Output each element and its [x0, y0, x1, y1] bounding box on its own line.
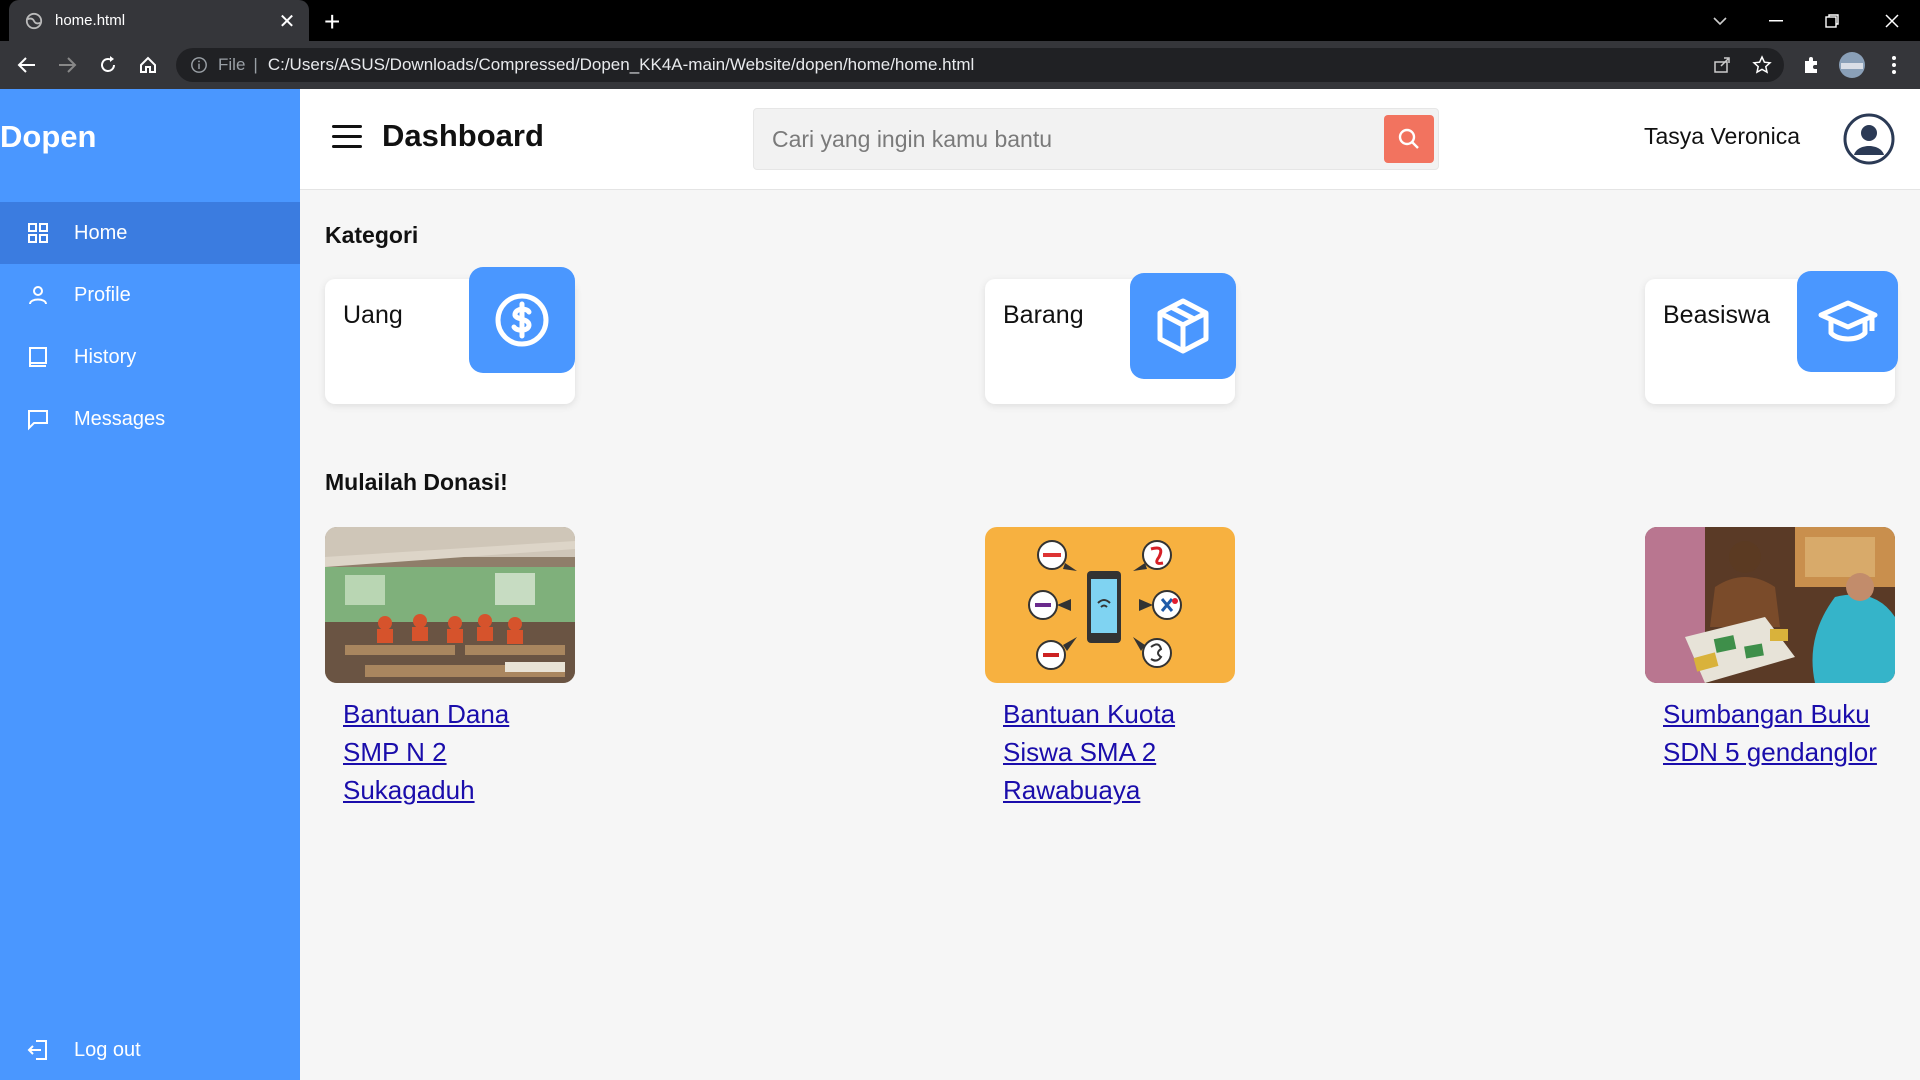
menu-toggle-icon[interactable] — [332, 125, 362, 149]
logout-label: Log out — [74, 1038, 141, 1061]
back-icon[interactable] — [13, 51, 41, 79]
search-bar — [753, 108, 1439, 170]
reload-icon[interactable] — [94, 51, 122, 79]
sidebar-item-label: Messages — [74, 407, 166, 430]
share-icon[interactable] — [1708, 51, 1736, 79]
user-name: Tasya Veronica — [1644, 123, 1800, 149]
books-photo[interactable] — [1645, 527, 1895, 683]
donation-link[interactable]: Bantuan Kuota Siswa SMA 2 Rawabuaya — [1003, 695, 1223, 809]
kategori-heading: Kategori — [325, 222, 419, 248]
profile-avatar-icon[interactable] — [1838, 51, 1866, 79]
user-icon — [29, 286, 47, 305]
extensions-icon[interactable] — [1797, 51, 1825, 79]
restore-icon[interactable] — [1804, 0, 1860, 41]
chat-icon — [28, 410, 48, 431]
category-label: Beasiswa — [1663, 301, 1770, 329]
category-card-beasiswa[interactable]: Beasiswa — [1645, 271, 1898, 404]
donation-link[interactable]: Sumbangan Buku SDN 5 gendanglor — [1663, 695, 1883, 771]
browser-tab[interactable]: home.html ✕ — [9, 0, 309, 41]
dollar-icon — [469, 267, 575, 373]
sidebar-item-label: History — [74, 345, 137, 368]
address-bar[interactable]: File | C:/Users/ASUS/Downloads/Compresse… — [176, 48, 1784, 82]
address-separator: | — [253, 55, 258, 74]
page-viewport: Dopen Home Profile History Messages Log … — [0, 89, 1920, 1080]
graduation-cap-icon — [1797, 271, 1898, 372]
globe-icon — [25, 12, 43, 29]
donation-link[interactable]: Bantuan Dana SMP N 2 Sukagaduh — [343, 695, 563, 809]
sidebar-item-history[interactable]: History — [0, 326, 300, 388]
sidebar-item-profile[interactable]: Profile — [0, 264, 300, 326]
browser-toolbar: File | C:/Users/ASUS/Downloads/Compresse… — [0, 41, 1920, 89]
sidebar-item-label: Home — [74, 221, 128, 244]
search-input[interactable] — [772, 119, 1352, 159]
page-title: Dashboard — [382, 118, 544, 153]
sidebar-item-label: Profile — [74, 283, 131, 306]
close-tab-icon[interactable]: ✕ — [277, 9, 297, 33]
donation-card: Sumbangan Buku SDN 5 gendanglor — [1645, 527, 1895, 771]
bookmark-star-icon[interactable] — [1748, 51, 1776, 79]
book-icon — [29, 347, 47, 367]
phone-providers-illustration[interactable] — [985, 527, 1235, 683]
more-menu-icon[interactable] — [1880, 51, 1908, 79]
top-bar: Dashboard Tasya Veronica — [300, 89, 1920, 190]
info-icon — [191, 57, 207, 73]
minimize-icon[interactable] — [1748, 0, 1804, 41]
category-label: Uang — [343, 301, 403, 329]
brand-logo[interactable]: Dopen — [0, 119, 96, 155]
search-button[interactable] — [1384, 115, 1434, 163]
address-url: C:/Users/ASUS/Downloads/Compressed/Dopen… — [267, 55, 975, 74]
donation-card: Bantuan Dana SMP N 2 Sukagaduh — [325, 527, 575, 809]
box-icon — [1130, 273, 1236, 379]
tab-search-icon[interactable] — [1692, 0, 1748, 41]
classroom-photo[interactable] — [325, 527, 575, 683]
address-scheme: File — [218, 55, 246, 74]
tab-title: home.html — [55, 12, 126, 29]
home-icon[interactable] — [134, 51, 162, 79]
browser-tab-bar: home.html ✕ + — [0, 0, 1920, 41]
logout-icon — [27, 1040, 47, 1060]
grid-icon — [28, 223, 48, 243]
donation-card: Bantuan Kuota Siswa SMA 2 Rawabuaya — [985, 527, 1235, 809]
category-label: Barang — [1003, 301, 1084, 329]
sidebar: Dopen Home Profile History Messages Log … — [0, 89, 300, 1080]
close-window-icon[interactable] — [1864, 0, 1920, 41]
donasi-heading: Mulailah Donasi! — [325, 469, 508, 495]
avatar[interactable] — [1843, 113, 1895, 165]
category-card-barang[interactable]: Barang — [985, 273, 1236, 404]
sidebar-item-messages[interactable]: Messages — [0, 388, 300, 450]
logout-button[interactable]: Log out — [26, 1030, 141, 1070]
new-tab-button[interactable]: + — [324, 6, 340, 38]
category-card-uang[interactable]: Uang — [325, 267, 575, 404]
sidebar-item-home[interactable]: Home — [0, 202, 300, 264]
sidebar-nav: Home Profile History Messages — [0, 202, 300, 450]
search-icon — [1398, 128, 1419, 149]
forward-icon[interactable] — [53, 51, 81, 79]
